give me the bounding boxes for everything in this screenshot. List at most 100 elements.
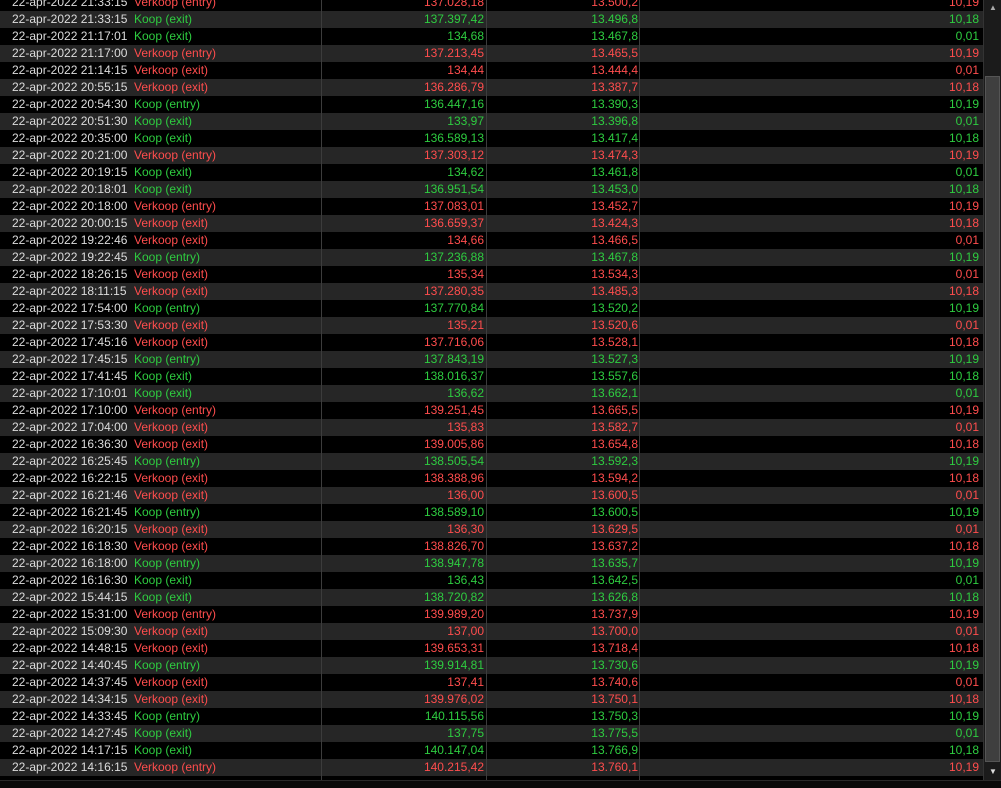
cell-type: Verkoop (entry): [134, 403, 217, 417]
cell-type: Koop (exit): [134, 29, 193, 43]
table-row[interactable]: 22-apr-2022 17:04:00 Verkoop (exit) 135,83…: [0, 419, 983, 436]
table-row[interactable]: 22-apr-2022 14:34:15 Verkoop (exit) 139.97…: [0, 691, 983, 708]
table-row[interactable]: 22-apr-2022 16:18:30 Verkoop (exit) 138.82…: [0, 538, 983, 555]
cell-amount: 10,18: [948, 539, 979, 553]
cell-price: 135,21: [447, 318, 484, 332]
cell-price: 134,68: [447, 29, 484, 43]
cell-amount: 10,19: [948, 352, 979, 366]
cell-type: Verkoop (exit): [134, 80, 209, 94]
table-row[interactable]: 22-apr-2022 16:36:30 Verkoop (exit) 139.00…: [0, 436, 983, 453]
column-divider[interactable]: [486, 0, 487, 780]
table-row[interactable]: 22-apr-2022 17:54:00 Koop (entry) 137.770,…: [0, 300, 983, 317]
table-row[interactable]: 22-apr-2022 17:45:15 Koop (entry) 137.843,…: [0, 351, 983, 368]
table-row[interactable]: 22-apr-2022 20:51:30 Koop (exit) 133,97 13.…: [0, 113, 983, 130]
cell-datetime: 22-apr-2022 20:00:15: [12, 216, 128, 230]
cell-rate: 13.444,4: [591, 63, 638, 77]
cell-amount: 10,19: [948, 454, 979, 468]
cell-datetime: 22-apr-2022 14:37:45: [12, 675, 128, 689]
cell-amount: 0,01: [955, 420, 979, 434]
cell-type: Koop (entry): [134, 301, 201, 315]
transactions-table: 22-apr-2022 21:33:15 Verkoop (entry) 137.0…: [0, 0, 983, 780]
cell-amount: 10,19: [948, 148, 979, 162]
table-row[interactable]: 22-apr-2022 17:53:30 Verkoop (exit) 135,21…: [0, 317, 983, 334]
cell-rate: 13.520,6: [591, 318, 638, 332]
cell-datetime: 22-apr-2022 18:11:15: [12, 284, 127, 298]
table-row[interactable]: 22-apr-2022 14:27:45 Koop (exit) 137,75 13.…: [0, 725, 983, 742]
table-row[interactable]: 22-apr-2022 19:22:46 Verkoop (exit) 134,66…: [0, 232, 983, 249]
table-row[interactable]: 22-apr-2022 21:14:15 Verkoop (exit) 134,44…: [0, 62, 983, 79]
cell-datetime: 22-apr-2022 17:45:16: [12, 335, 128, 349]
column-divider[interactable]: [321, 0, 322, 780]
cell-price: 139.976,02: [423, 692, 484, 706]
cell-datetime: 22-apr-2022 20:55:15: [12, 80, 128, 94]
table-row[interactable]: 22-apr-2022 14:33:45 Koop (entry) 140.115,…: [0, 708, 983, 725]
table-row[interactable]: 22-apr-2022 15:44:15 Koop (exit) 138.720,8…: [0, 589, 983, 606]
table-row[interactable]: 22-apr-2022 20:18:01 Koop (exit) 136.951,5…: [0, 181, 983, 198]
table-row[interactable]: 22-apr-2022 16:21:46 Verkoop (exit) 136,00…: [0, 487, 983, 504]
table-row[interactable]: 22-apr-2022 14:48:15 Verkoop (exit) 139.65…: [0, 640, 983, 657]
table-row[interactable]: 22-apr-2022 21:33:15 Verkoop (entry) 137.0…: [0, 0, 983, 11]
cell-price: 139.251,45: [423, 403, 484, 417]
table-row[interactable]: 22-apr-2022 15:09:30 Verkoop (exit) 137,00…: [0, 623, 983, 640]
table-row[interactable]: 22-apr-2022 14:16:15 Verkoop (entry) 140.2…: [0, 759, 983, 776]
table-row[interactable]: 22-apr-2022 20:55:15 Verkoop (exit) 136.28…: [0, 79, 983, 96]
table-row[interactable]: 22-apr-2022 18:11:15 Verkoop (exit) 137.28…: [0, 283, 983, 300]
cell-datetime: 22-apr-2022 16:21:46: [12, 488, 128, 502]
cell-price: 136,43: [447, 573, 484, 587]
table-row[interactable]: 22-apr-2022 17:10:00 Verkoop (entry) 139.2…: [0, 402, 983, 419]
table-row[interactable]: 22-apr-2022 20:19:15 Koop (exit) 134,62 13.…: [0, 164, 983, 181]
table-row[interactable]: 22-apr-2022 14:17:15 Koop (exit) 140.147,0…: [0, 742, 983, 759]
cell-type: Koop (exit): [134, 573, 193, 587]
scrollbar-thumb[interactable]: [985, 76, 1000, 762]
cell-rate: 13.600,5: [591, 505, 638, 519]
cell-amount: 10,19: [948, 403, 979, 417]
table-row[interactable]: 22-apr-2022 16:16:30 Koop (exit) 136,43 13.…: [0, 572, 983, 589]
table-row[interactable]: 22-apr-2022 17:45:16 Verkoop (exit) 137.71…: [0, 334, 983, 351]
cell-amount: 10,19: [948, 250, 979, 264]
cell-rate: 13.520,2: [591, 301, 638, 315]
scroll-down-icon[interactable]: ▼: [984, 764, 1001, 780]
cell-price: 138.016,37: [423, 369, 484, 383]
cell-type: Verkoop (exit): [134, 284, 209, 298]
cell-type: Verkoop (exit): [134, 318, 209, 332]
cell-price: 139.005,86: [423, 437, 484, 451]
cell-datetime: 22-apr-2022 14:27:45: [12, 726, 128, 740]
vertical-scrollbar[interactable]: ▲ ▼: [983, 0, 1001, 780]
column-divider[interactable]: [639, 0, 640, 780]
table-row[interactable]: 22-apr-2022 16:20:15 Verkoop (exit) 136,30…: [0, 521, 983, 538]
table-row[interactable]: 22-apr-2022 21:17:00 Verkoop (entry) 137.2…: [0, 45, 983, 62]
table-row[interactable]: 22-apr-2022 16:25:45 Koop (entry) 138.505,…: [0, 453, 983, 470]
table-row[interactable]: 22-apr-2022 20:18:00 Verkoop (entry) 137.0…: [0, 198, 983, 215]
table-row[interactable]: 22-apr-2022 20:35:00 Koop (exit) 136.589,1…: [0, 130, 983, 147]
cell-rate: 13.750,1: [591, 692, 638, 706]
cell-datetime: 22-apr-2022 14:33:45: [12, 709, 128, 723]
cell-price: 140.147,04: [423, 743, 484, 757]
table-row[interactable]: 22-apr-2022 17:41:45 Koop (exit) 138.016,3…: [0, 368, 983, 385]
table-row[interactable]: 22-apr-2022 20:54:30 Koop (entry) 136.447,…: [0, 96, 983, 113]
table-row[interactable]: 22-apr-2022 16:22:15 Verkoop (exit) 138.38…: [0, 470, 983, 487]
table-row[interactable]: 22-apr-2022 20:00:15 Verkoop (exit) 136.65…: [0, 215, 983, 232]
cell-amount: 10,18: [948, 131, 979, 145]
cell-datetime: 22-apr-2022 17:45:15: [12, 352, 128, 366]
scroll-up-icon[interactable]: ▲: [984, 0, 1001, 16]
table-row[interactable]: 22-apr-2022 17:10:01 Koop (exit) 136,62 13.…: [0, 385, 983, 402]
table-row[interactable]: 22-apr-2022 14:40:45 Koop (entry) 139.914,…: [0, 657, 983, 674]
cell-price: 136.589,13: [423, 131, 484, 145]
table-row[interactable]: 22-apr-2022 21:33:15 Koop (exit) 137.397,4…: [0, 11, 983, 28]
cell-amount: 10,18: [948, 641, 979, 655]
cell-type: Koop (entry): [134, 556, 201, 570]
cell-type: Verkoop (entry): [134, 607, 217, 621]
table-row[interactable]: 22-apr-2022 19:22:45 Koop (entry) 137.236,…: [0, 249, 983, 266]
table-row[interactable]: 22-apr-2022 20:21:00 Verkoop (entry) 137.3…: [0, 147, 983, 164]
table-row[interactable]: 22-apr-2022 21:17:01 Koop (exit) 134,68 13.…: [0, 28, 983, 45]
table-row[interactable]: 22-apr-2022 14:37:45 Verkoop (exit) 137,41…: [0, 674, 983, 691]
cell-rate: 13.485,3: [591, 284, 638, 298]
table-row[interactable]: 22-apr-2022 16:18:00 Koop (entry) 138.947,…: [0, 555, 983, 572]
cell-rate: 13.700,0: [591, 624, 638, 638]
table-row[interactable]: 22-apr-2022 18:26:15 Verkoop (exit) 135,34…: [0, 266, 983, 283]
cell-price: 140.115,56: [424, 709, 484, 723]
table-row[interactable]: 22-apr-2022 16:21:45 Koop (entry) 138.589,…: [0, 504, 983, 521]
cell-amount: 10,18: [948, 335, 979, 349]
cell-type: Koop (entry): [134, 250, 201, 264]
table-row[interactable]: 22-apr-2022 15:31:00 Verkoop (entry) 139.9…: [0, 606, 983, 623]
